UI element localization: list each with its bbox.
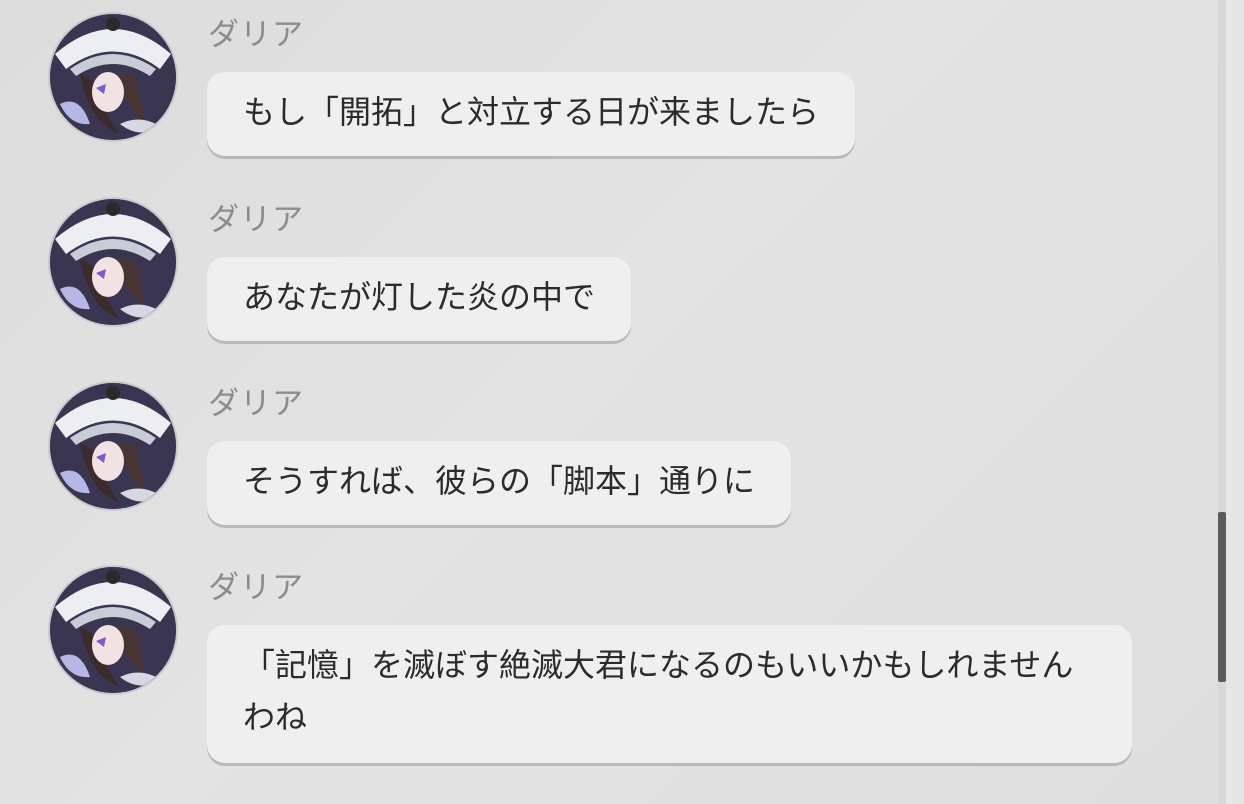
avatar[interactable] [50,567,176,693]
chat-log: ダリア もし「開拓」と対立する日が来ましたら ダリア あなたが灯した炎の中で ダ… [0,0,1215,804]
message-bubble: あなたが灯した炎の中で [207,257,632,341]
sender-name: ダリア [208,17,304,53]
character-portrait-icon [50,383,176,509]
sender-name: ダリア [208,202,304,238]
avatar[interactable] [50,14,176,140]
scrollbar-thumb[interactable] [1218,512,1226,682]
message-bubble: そうすれば、彼らの「脚本」通りに [207,441,792,525]
window-edge [1226,0,1244,804]
avatar[interactable] [50,383,176,509]
message-bubble: 「記憶」を滅ぼす絶滅大君になるのもいいかもしれませんわね [207,625,1132,763]
scrollbar-track[interactable] [1218,0,1226,804]
sender-name: ダリア [208,570,304,606]
character-portrait-icon [50,14,176,140]
message-bubble: もし「開拓」と対立する日が来ましたら [207,72,856,156]
sender-name: ダリア [208,386,304,422]
avatar[interactable] [50,199,176,325]
character-portrait-icon [50,199,176,325]
character-portrait-icon [50,567,176,693]
